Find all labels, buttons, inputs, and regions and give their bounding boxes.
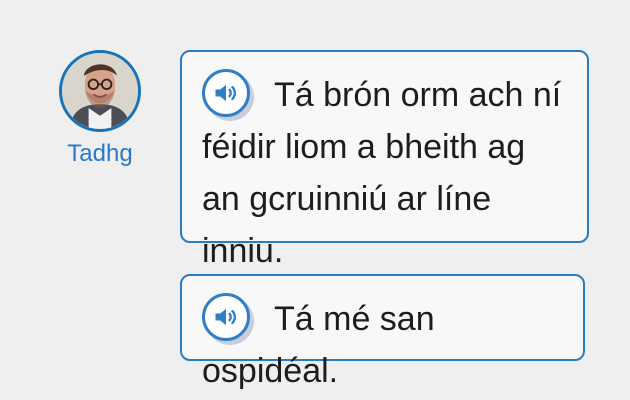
speaker-name: Tadhg [67, 140, 133, 167]
avatar [59, 50, 141, 132]
play-audio-button[interactable] [202, 293, 250, 342]
avatar-portrait [62, 53, 138, 129]
play-audio-button[interactable] [202, 69, 250, 118]
message-bubble: Tá mé san ospidéal. [180, 274, 585, 390]
speaker-volume-icon [215, 308, 236, 326]
message-text: Tá brón orm ach ní féidir liom a bheith … [202, 76, 562, 270]
speaker-card: Tadhg [56, 50, 144, 166]
message-bubble: Tá brón orm ach ní féidir liom a bheith … [180, 50, 589, 270]
speaker-volume-icon [215, 84, 236, 102]
